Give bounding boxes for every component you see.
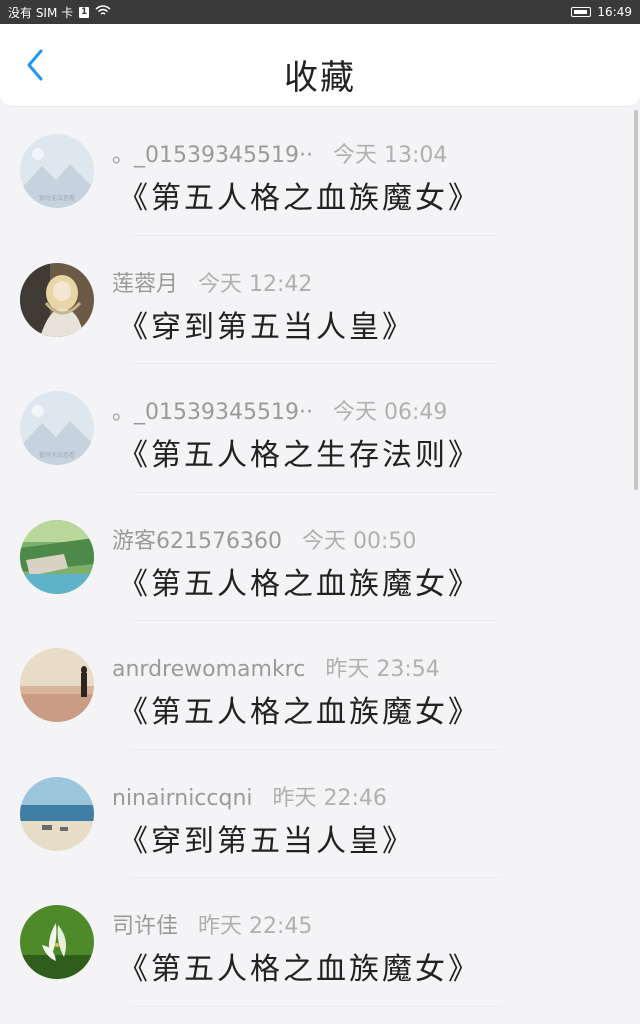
book-title[interactable]: 《穿到第五当人皇》 [118,302,415,346]
timestamp: 昨天 22:45 [198,914,313,939]
username: 莲蓉月 [112,271,179,297]
placeholder-image-icon: 暂时无法查看 [20,391,94,465]
timestamp: 今天 06:49 [332,400,448,425]
book-title[interactable]: 《第五人格之血族魔女》 [118,687,481,731]
list-item[interactable]: 暂时无法查看 。_01539345519·· 今天 13:04 《第五人格之血族魔… [0,107,640,236]
username: 司许佳 [112,914,179,939]
timestamp: 今天 00:50 [301,528,417,554]
timestamp: 今天 13:04 [332,143,448,168]
list-item[interactable]: ninairniccqni 昨天 22:46 《穿到第五当人皇》 [0,750,640,878]
book-title[interactable]: 《第五人格之血族魔女》 [118,173,481,217]
list-item[interactable]: 莲蓉月 今天 12:42 《穿到第五当人皇》 [0,236,640,364]
seaside-avatar [20,776,94,851]
avatar[interactable]: 暂时无法查看 [20,134,94,208]
status-bar: 没有 SIM 卡 1 16:49 [0,0,640,24]
username: 。_01539345519·· [112,400,313,425]
avatar[interactable] [20,905,94,979]
list-item[interactable]: 司许佳 昨天 22:45 《第五人格之血族魔女》 [0,878,640,1007]
book-title[interactable]: 《第五人格之血族魔女》 [118,944,481,988]
carrier-text: 没有 SIM 卡 [8,5,74,20]
avatar[interactable] [20,776,94,851]
list-item[interactable]: 游客621576360 今天 00:50 《第五人格之血族魔女》 [0,493,640,621]
list-item[interactable]: anrdrewomamkrc 昨天 23:54 《第五人格之血族魔女》 [0,621,640,750]
placeholder-text: 暂时无法查看 [39,194,75,202]
avatar[interactable] [20,262,94,337]
book-title[interactable]: 《第五人格之生存法则》 [118,430,481,474]
page-header: 收藏 [0,24,640,107]
page-title: 收藏 [284,58,356,98]
avatar[interactable] [20,519,94,594]
divider [130,1005,500,1007]
avatar[interactable] [20,648,94,722]
placeholder-image-icon: 暂时无法查看 [20,134,94,208]
timestamp: 今天 12:42 [198,271,313,297]
book-title[interactable]: 《穿到第五当人皇》 [118,816,415,860]
battery-icon [571,7,592,17]
clock: 16:49 [597,5,632,19]
anime-girl-avatar [20,262,94,337]
wifi-icon [95,4,111,20]
favorites-list: 暂时无法查看 。_01539345519·· 今天 13:04 《第五人格之血族魔… [0,107,640,1007]
scrollbar[interactable] [634,110,638,490]
placeholder-text: 暂时无法查看 [39,451,75,459]
username: anrdrewomamkrc [112,657,306,682]
sim-icon: 1 [79,6,90,18]
username: ninairniccqni [112,785,253,811]
book-title[interactable]: 《第五人格之血族魔女》 [118,559,481,603]
landscape-avatar [20,519,94,594]
username: 。_01539345519·· [112,143,313,168]
username: 游客621576360 [112,528,282,554]
list-item[interactable]: 暂时无法查看 。_01539345519·· 今天 06:49 《第五人格之生存法… [0,364,640,493]
beach-person-avatar [20,648,94,722]
lily-avatar [20,905,94,979]
timestamp: 昨天 23:54 [325,657,440,682]
avatar[interactable]: 暂时无法查看 [20,391,94,465]
timestamp: 昨天 22:46 [272,785,387,811]
